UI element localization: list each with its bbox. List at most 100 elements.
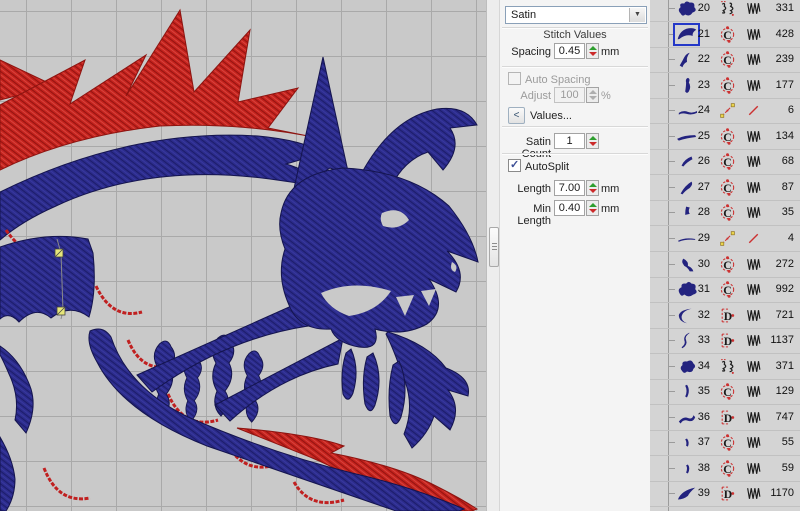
min-length-input[interactable]: 0.40 [554, 200, 585, 216]
stitch-count: 134 [754, 130, 794, 142]
dragon-neck[interactable] [0, 135, 326, 240]
object-row[interactable]: 27C87 [650, 175, 800, 201]
row-number: 35 [684, 385, 710, 397]
object-row[interactable]: 20 331 [650, 0, 800, 22]
object-row[interactable]: 28 C 35 [650, 200, 800, 226]
row-number: 32 [684, 309, 710, 321]
adjust-input[interactable]: 100 [554, 87, 585, 103]
stitch-count: 55 [754, 436, 794, 448]
object-row[interactable]: 32D721 [650, 303, 800, 329]
grip-icon [492, 243, 497, 252]
autosplit-checkbox[interactable] [508, 159, 521, 172]
satin-object-type-icon: C [719, 153, 736, 170]
svg-text:C: C [723, 386, 731, 399]
stitch-count: 129 [754, 385, 794, 397]
fill-object-type-icon: D [719, 485, 736, 502]
row-number: 29 [684, 232, 710, 244]
object-row[interactable]: 246 [650, 98, 800, 124]
object-row[interactable]: 35 C 129 [650, 379, 800, 405]
divider [502, 153, 648, 155]
object-row[interactable]: 23C177 [650, 73, 800, 99]
row-number: 37 [684, 436, 710, 448]
object-row[interactable]: 34371 [650, 354, 800, 380]
object-row[interactable]: 31C992 [650, 277, 800, 303]
object-row[interactable]: 37 C 55 [650, 430, 800, 456]
svg-text:C: C [723, 80, 731, 93]
object-row[interactable]: 39D1170 [650, 481, 800, 507]
dragon-head[interactable] [280, 168, 478, 347]
stitch-count: 747 [754, 411, 794, 423]
object-row[interactable]: 25C134 [650, 124, 800, 150]
fill-object-type-icon: D [719, 332, 736, 349]
row-number: 23 [684, 79, 710, 91]
object-row[interactable]: 26 C 68 [650, 149, 800, 175]
satin-object-type-icon: C [719, 26, 736, 43]
splitter-collapse-handle[interactable] [489, 227, 499, 267]
adjust-label: Adjust [500, 90, 551, 102]
stitch-count: 992 [754, 283, 794, 295]
satin-object-type-icon: C [719, 460, 736, 477]
object-row[interactable]: 36D747 [650, 405, 800, 431]
row-number: 31 [684, 283, 710, 295]
row-number: 28 [684, 206, 710, 218]
object-row[interactable]: 33D1137 [650, 328, 800, 354]
min-length-stepper[interactable] [586, 200, 599, 216]
satin-object-type-icon: C [719, 128, 736, 145]
length-stepper[interactable] [586, 180, 599, 196]
pair-object-type-icon [719, 0, 736, 17]
satin-count-stepper[interactable] [586, 133, 599, 149]
row-number: 21 [684, 28, 710, 40]
run-object-type-icon [719, 230, 736, 247]
dragon-talons[interactable] [0, 346, 33, 511]
satin-object-type-icon: C [719, 434, 736, 451]
object-row[interactable]: 21C428 [650, 22, 800, 48]
properties-panel: Satin ▼ Stitch Values Spacing 0.45 mm Au… [500, 0, 650, 511]
auto-spacing-checkbox[interactable] [508, 72, 521, 85]
stitch-count: 331 [754, 2, 794, 14]
svg-text:C: C [723, 463, 731, 476]
stitch-type-dropdown[interactable]: Satin ▼ [505, 6, 647, 24]
pair-object-type-icon [719, 358, 736, 375]
spacing-stepper[interactable] [586, 43, 599, 59]
object-row[interactable]: 294 [650, 226, 800, 252]
satin-object-type-icon: C [719, 77, 736, 94]
row-number: 24 [684, 104, 710, 116]
stitch-count: 239 [754, 53, 794, 65]
svg-text:C: C [723, 182, 731, 195]
spacing-input[interactable]: 0.45 [554, 43, 585, 59]
adjust-stepper[interactable] [586, 87, 599, 103]
values-collapse-button[interactable]: < [508, 107, 525, 124]
dragon-wing-blade[interactable] [237, 428, 477, 511]
dragon-design[interactable] [0, 0, 486, 511]
min-length-unit: mm [601, 203, 619, 215]
design-canvas[interactable] [0, 0, 486, 511]
svg-text:D: D [724, 488, 732, 501]
row-number: 30 [684, 258, 710, 270]
object-row[interactable]: 22C239 [650, 47, 800, 73]
stitch-count: 371 [754, 360, 794, 372]
dragon-bat-wing[interactable] [0, 236, 94, 322]
stitch-count: 721 [754, 309, 794, 321]
svg-text:C: C [723, 29, 731, 42]
object-list[interactable]: 2033121C42822C23923C17724625C13426C6827C… [650, 0, 800, 511]
satin-count-input[interactable]: 1 [554, 133, 585, 149]
satin-object-type-icon: C [719, 179, 736, 196]
length-input[interactable]: 7.00 [554, 180, 585, 196]
run-object-type-icon [719, 102, 736, 119]
autosplit-label: AutoSplit [525, 161, 569, 173]
dragon-chin-wisps[interactable] [342, 349, 405, 424]
stitch-count: 35 [754, 206, 794, 218]
stitch-count: 59 [754, 462, 794, 474]
object-row[interactable]: 38C59 [650, 456, 800, 482]
satin-object-type-icon: C [719, 383, 736, 400]
chevron-down-icon[interactable]: ▼ [629, 8, 645, 22]
stitch-count: 68 [754, 155, 794, 167]
row-number: 20 [684, 2, 710, 14]
panel-splitter[interactable] [486, 0, 500, 511]
values-label[interactable]: Values... [530, 110, 572, 122]
svg-text:C: C [723, 207, 731, 220]
object-row[interactable]: 30C272 [650, 252, 800, 278]
divider [502, 126, 648, 128]
row-number: 26 [684, 155, 710, 167]
row-number: 39 [684, 487, 710, 499]
